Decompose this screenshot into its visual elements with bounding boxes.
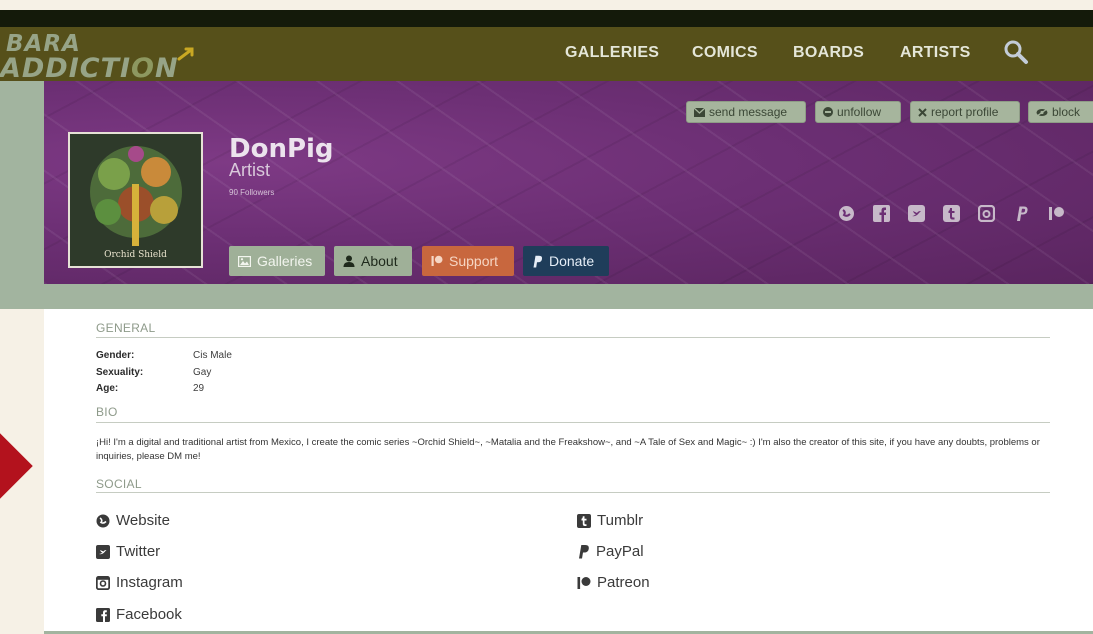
sexuality-label: Sexuality:: [96, 367, 144, 378]
tab-support-label: Support: [449, 253, 499, 269]
twitter-icon: [96, 544, 110, 559]
paypal-icon: [579, 545, 589, 559]
tumblr-icon: [577, 513, 591, 528]
follower-count: 90 Followers: [229, 188, 275, 197]
banner-footer-band: [44, 284, 1093, 309]
tab-about[interactable]: About: [334, 246, 412, 276]
block-button[interactable]: block: [1028, 101, 1093, 123]
tumblr-icon[interactable]: [943, 205, 960, 222]
top-strip: [0, 10, 1093, 27]
bio-text: ¡Hi! I'm a digital and traditional artis…: [96, 437, 1040, 462]
block-label: block: [1052, 105, 1081, 119]
artist-avatar[interactable]: Orchid Shield: [68, 132, 203, 268]
instagram-label: Instagram: [116, 574, 183, 591]
report-profile-label: report profile: [931, 105, 999, 119]
unfollow-label: unfollow: [837, 105, 882, 119]
nav-comics[interactable]: COMICS: [692, 44, 758, 62]
nav-galleries[interactable]: GALLERIES: [565, 44, 659, 62]
social-link-website[interactable]: Website: [96, 512, 170, 529]
section-divider: [96, 422, 1050, 423]
patreon-icon: [577, 576, 591, 589]
social-link-patreon[interactable]: Patreon: [577, 574, 650, 591]
close-icon: [918, 107, 927, 117]
tab-galleries[interactable]: Galleries: [229, 246, 325, 276]
report-profile-button[interactable]: report profile: [910, 101, 1020, 123]
social-link-paypal[interactable]: PayPal: [577, 543, 644, 560]
facebook-label: Facebook: [116, 606, 182, 623]
gender-value: Cis Male: [193, 350, 232, 361]
twitter-label: Twitter: [116, 543, 161, 560]
artist-role: Artist: [229, 160, 271, 180]
globe-icon: [96, 514, 110, 527]
eye-slash-icon: [1036, 108, 1048, 116]
send-message-button[interactable]: send message: [686, 101, 806, 123]
sexuality-value: Gay: [193, 367, 212, 378]
social-link-twitter[interactable]: Twitter: [96, 543, 160, 560]
facebook-icon: [96, 607, 110, 622]
patreon-icon: [431, 255, 443, 266]
image-icon: [238, 255, 251, 267]
instagram-icon: [96, 575, 110, 590]
tab-about-label: About: [361, 253, 398, 269]
nav-artists[interactable]: ARTISTS: [900, 44, 971, 62]
age-label: Age:: [96, 383, 119, 394]
section-title-bio: BIO: [96, 405, 118, 419]
nav-boards[interactable]: BOARDS: [793, 44, 864, 62]
section-title-social: SOCIAL: [96, 477, 142, 491]
user-icon: [343, 255, 355, 267]
minus-circle-icon: [823, 107, 833, 117]
section-divider: [96, 492, 1050, 493]
twitter-icon[interactable]: [908, 205, 925, 222]
paypal-label: PayPal: [596, 543, 644, 560]
tab-donate-label: Donate: [549, 253, 595, 269]
tumblr-label: Tumblr: [597, 512, 644, 529]
globe-icon[interactable]: [838, 205, 855, 222]
envelope-icon: [694, 107, 705, 117]
social-link-tumblr[interactable]: Tumblr: [577, 512, 643, 529]
patreon-icon[interactable]: [1048, 205, 1065, 222]
site-logo[interactable]: BARA ADDICTION: [0, 31, 216, 82]
avatar-artwork: [70, 134, 201, 266]
tab-donate[interactable]: Donate: [523, 246, 609, 276]
male-symbol-icon: [177, 47, 194, 61]
about-panel: GENERAL Gender: Cis Male Sexuality: Gay …: [44, 309, 1093, 631]
section-title-general: GENERAL: [96, 321, 156, 335]
age-value: 29: [193, 383, 205, 394]
section-divider: [96, 337, 1050, 338]
paypal-icon[interactable]: [1013, 205, 1030, 222]
search-icon[interactable]: [1003, 39, 1029, 65]
instagram-icon[interactable]: [978, 205, 995, 222]
avatar-caption: Orchid Shield: [104, 250, 167, 260]
paypal-icon: [533, 255, 543, 267]
unfollow-button[interactable]: unfollow: [815, 101, 901, 123]
tab-support[interactable]: Support: [422, 246, 514, 276]
left-gutter: [0, 81, 44, 309]
social-link-instagram[interactable]: Instagram: [96, 574, 183, 591]
logo-text-line2: ADDICTION: [0, 53, 179, 84]
tab-galleries-label: Galleries: [257, 253, 313, 269]
website-label: Website: [116, 512, 170, 529]
site-header: BARA ADDICTION GALLERIES COMICS BOARDS A…: [0, 27, 1093, 82]
patreon-label: Patreon: [597, 574, 650, 591]
facebook-icon[interactable]: [873, 205, 890, 222]
social-link-facebook[interactable]: Facebook: [96, 606, 182, 623]
page-marker: [0, 429, 33, 503]
send-message-label: send message: [709, 105, 788, 119]
gender-label: Gender:: [96, 350, 135, 361]
